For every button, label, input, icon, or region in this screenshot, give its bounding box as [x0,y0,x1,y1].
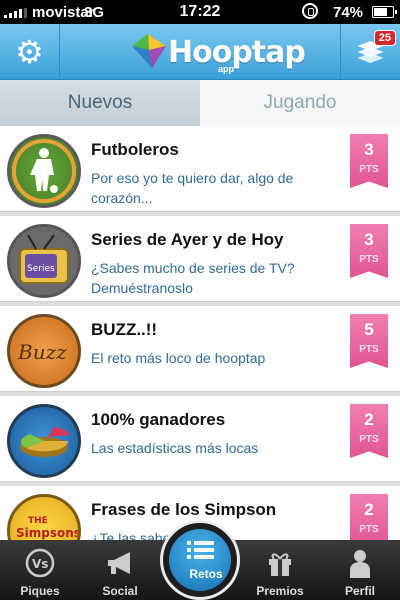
svg-text:Simpsons: Simpsons [16,526,78,540]
challenge-description: Las estadísticas más locas [91,440,259,456]
bottom-tab-bar: Vs Piques Social Retos Premios Perfil [0,520,400,600]
challenge-title: Frases de los Simpson [91,500,277,519]
challenge-title: Series de Ayer y de Hoy [91,230,284,249]
challenge-title: 100% ganadores [91,410,226,429]
challenge-row[interactable]: Futboleros Por eso yo te quiero dar, alg… [0,126,400,212]
points-value: 2 [364,500,374,519]
tabbar-item-retos[interactable]: Retos [160,520,240,600]
challenge-description: Por eso yo te quiero dar, algo de corazó… [91,170,294,206]
soccer-player-icon [7,134,81,208]
rotation-lock-icon [302,3,318,19]
tabbar-item-social[interactable]: Social [80,540,160,600]
app-header: ⚙ Hooptap app 25 [0,24,400,80]
svg-text:Buzz: Buzz [17,340,67,364]
points-value: 3 [364,140,374,159]
points-label: PTS [359,344,379,355]
tabbar-item-piques[interactable]: Vs Piques [0,540,80,600]
hooptap-logo: Hooptap app [120,32,306,74]
points-label: PTS [359,254,379,265]
person-icon [350,550,370,578]
kite-icon [132,34,166,68]
settings-button[interactable]: ⚙ [0,24,60,80]
points-ribbon: 2 PTS [350,404,388,458]
points-ribbon: 5 PTS [350,314,388,368]
logo-subtext: app [218,64,235,74]
tabbar-item-perfil[interactable]: Perfil [320,540,400,600]
points-value: 3 [364,230,374,249]
svg-text:Vs: Vs [32,557,48,571]
challenge-row[interactable]: Buzz BUZZ..!! El reto más loco de hoopta… [0,306,400,392]
svg-text:THE: THE [28,516,48,526]
points-ribbon: 2 PTS [350,494,388,540]
challenge-list: Futboleros Por eso yo te quiero dar, alg… [0,126,400,540]
tabbar-label: Perfil [344,584,375,598]
tab-nuevos[interactable]: Nuevos [0,80,200,142]
megaphone-icon [108,552,130,574]
points-ribbon: 3 PTS [350,134,388,188]
tabbar-label: Retos [189,567,223,581]
points-ribbon: 3 PTS [350,224,388,278]
vs-icon: Vs [25,548,55,578]
menu-button[interactable]: 25 [340,24,400,80]
challenge-title: BUZZ..!! [91,320,158,339]
points-label: PTS [359,524,379,535]
points-label: PTS [359,434,379,445]
list-icon [187,541,214,559]
status-bar: movistar 3G 17:22 74% [0,0,400,24]
battery-percentage: 74% [333,4,364,21]
simpsons-icon: THE Simpsons [7,494,81,540]
challenge-row[interactable]: 100% ganadores Las estadísticas más loca… [0,396,400,482]
points-label: PTS [359,164,379,175]
buzz-icon: Buzz [7,314,81,388]
notification-badge: 25 [373,30,396,46]
retos-button: Retos [169,529,231,591]
logo-text: Hooptap [168,35,306,70]
points-value: 5 [364,320,374,339]
tv-icon: Series [7,224,81,298]
pie-chart-icon [7,404,81,478]
segment-tabs: Nuevos Jugando [0,80,400,142]
svg-text:Series: Series [27,264,55,274]
challenge-row[interactable]: Series Series de Ayer y de Hoy ¿Sabes mu… [0,216,400,302]
challenge-description: El reto más loco de hooptap [91,350,266,366]
challenge-description: ¿Sabes mucho de series de TV? Demuéstran… [91,260,295,296]
battery-icon [372,6,397,18]
gear-icon: ⚙ [15,34,44,70]
tabbar-label: Social [102,584,138,598]
tabbar-label: Premios [256,584,304,598]
tab-jugando[interactable]: Jugando [200,80,400,126]
gift-icon [269,553,291,576]
tabbar-item-premios[interactable]: Premios [240,540,320,600]
tabbar-label: Piques [20,584,60,598]
challenge-title: Futboleros [91,140,179,159]
points-value: 2 [364,410,374,429]
